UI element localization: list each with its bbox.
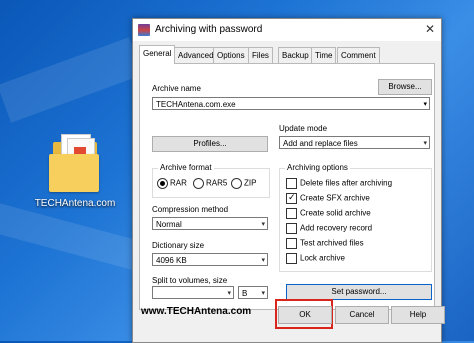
radio-rar[interactable]: RAR — [157, 178, 187, 189]
dictionary-size-label: Dictionary size — [152, 241, 205, 250]
archive-format-title: Archive format — [158, 163, 214, 172]
tab-general[interactable]: General — [139, 45, 176, 64]
tab-comment[interactable]: Comment — [337, 47, 380, 63]
tab-time[interactable]: Time — [311, 47, 337, 63]
update-mode-label: Update mode — [279, 124, 328, 133]
dictionary-size-select[interactable]: 4096 KB ▾ — [152, 253, 268, 266]
archiving-options-group: Archiving options Delete files after arc… — [279, 163, 432, 272]
tab-files[interactable]: Files — [248, 47, 273, 63]
set-password-button[interactable]: Set password... — [286, 284, 432, 300]
checkbox-icon — [286, 178, 297, 189]
chevron-down-icon: ▾ — [261, 221, 265, 228]
checkbox-label: Delete files after archiving — [300, 178, 393, 188]
compression-method-select[interactable]: Normal ▾ — [152, 217, 268, 230]
folder-icon — [49, 132, 101, 192]
update-mode-value: Add and replace files — [283, 139, 358, 148]
checkbox-icon — [286, 238, 297, 249]
archive-name-input[interactable]: TECHAntena.com.exe ▾ — [152, 97, 430, 110]
split-unit-select[interactable]: B ▾ — [238, 286, 268, 299]
radio-rar5-label: RAR5 — [206, 178, 228, 188]
checkbox-icon — [286, 253, 297, 264]
checkbox-label: Create solid archive — [300, 208, 371, 218]
archive-name-label: Archive name — [152, 84, 201, 93]
checkbox-recovery-record[interactable]: Add recovery record — [286, 223, 372, 234]
checkbox-icon: ✓ — [286, 192, 297, 204]
radio-unselected-icon — [193, 178, 204, 189]
checkbox-label: Lock archive — [300, 253, 345, 263]
radio-zip[interactable]: ZIP — [231, 178, 256, 189]
check-icon: ✓ — [288, 192, 296, 202]
radio-selected-icon — [157, 178, 168, 189]
help-button[interactable]: Help — [391, 306, 445, 324]
checkbox-label: Test archived files — [300, 238, 364, 248]
archive-name-value: TECHAntena.com.exe — [156, 100, 236, 109]
profiles-button[interactable]: Profiles... — [152, 136, 268, 152]
checkbox-test-files[interactable]: Test archived files — [286, 238, 364, 249]
archive-format-group: Archive format RAR RAR5 ZIP — [152, 163, 270, 198]
checkbox-icon — [286, 208, 297, 219]
winrar-app-icon — [138, 24, 150, 36]
chevron-down-icon: ▾ — [423, 140, 427, 147]
checkbox-label: Create SFX archive — [300, 193, 370, 203]
ok-button[interactable]: OK — [278, 306, 332, 324]
chevron-down-icon[interactable]: ▾ — [423, 98, 427, 109]
desktop-light-ray — [0, 37, 143, 123]
chevron-down-icon: ▾ — [261, 290, 265, 297]
general-panel: Archive name Browse... TECHAntena.com.ex… — [139, 63, 435, 310]
archive-dialog: Archiving with password ✕ General Advanc… — [132, 18, 445, 343]
radio-rar5[interactable]: RAR5 — [193, 178, 227, 189]
tab-backup[interactable]: Backup — [278, 47, 313, 63]
desktop-light-ray — [0, 199, 142, 271]
dictionary-size-value: 4096 KB — [156, 256, 187, 265]
browse-button[interactable]: Browse... — [378, 79, 432, 95]
dialog-title: Archiving with password — [155, 24, 263, 35]
archiving-options-title: Archiving options — [285, 163, 350, 172]
checkbox-lock-archive[interactable]: Lock archive — [286, 253, 345, 264]
chevron-down-icon: ▾ — [261, 257, 265, 264]
split-volumes-label: Split to volumes, size — [152, 276, 228, 285]
compression-method-value: Normal — [156, 220, 182, 229]
checkbox-icon — [286, 223, 297, 234]
chevron-down-icon: ▾ — [227, 290, 231, 297]
dialog-titlebar[interactable]: Archiving with password ✕ — [133, 19, 441, 41]
cancel-button[interactable]: Cancel — [335, 306, 389, 324]
split-volumes-input[interactable]: ▾ — [152, 286, 234, 299]
compression-method-label: Compression method — [152, 205, 229, 214]
close-icon[interactable]: ✕ — [425, 22, 435, 36]
radio-rar-label: RAR — [170, 178, 187, 188]
checkbox-delete-files[interactable]: Delete files after archiving — [286, 178, 392, 189]
split-unit-value: B — [242, 289, 248, 298]
update-mode-select[interactable]: Add and replace files ▾ — [279, 136, 430, 149]
watermark-text: www.TECHAntena.com — [141, 306, 252, 317]
checkbox-create-sfx[interactable]: ✓ Create SFX archive — [286, 192, 370, 204]
radio-unselected-icon — [231, 178, 242, 189]
tab-advanced[interactable]: Advanced — [174, 47, 218, 63]
desktop-icon-label: TECHAntena.com — [34, 198, 116, 209]
checkbox-label: Add recovery record — [300, 223, 373, 233]
tab-options[interactable]: Options — [213, 47, 249, 63]
desktop-folder-shortcut[interactable]: TECHAntena.com — [30, 132, 120, 209]
checkbox-create-solid[interactable]: Create solid archive — [286, 208, 371, 219]
radio-zip-label: ZIP — [244, 178, 257, 188]
